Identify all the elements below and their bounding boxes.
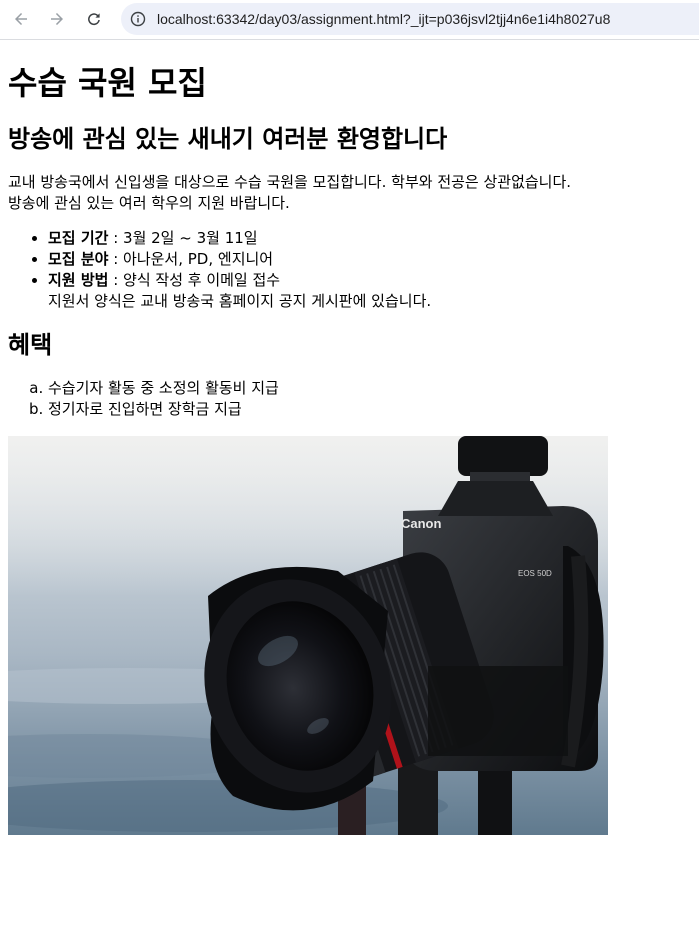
camera-model-text: EOS 50D: [518, 569, 552, 578]
intro-line-2: 방송에 관심 있는 여러 학우의 지원 바랍니다.: [8, 194, 290, 212]
detail-value: : 아나운서, PD, 엔지니어: [108, 250, 274, 268]
camera-brand-text: Canon: [401, 516, 442, 531]
url-text[interactable]: localhost:63342/day03/assignment.html?_i…: [157, 11, 610, 27]
detail-value: : 양식 작성 후 이메일 접수: [108, 271, 281, 289]
detail-item-field: 모집 분야 : 아나운서, PD, 엔지니어: [48, 249, 691, 270]
camera-photo: Canon EOS 50D: [8, 436, 608, 835]
detail-label: 지원 방법: [48, 271, 109, 289]
camera-illustration: Canon EOS 50D: [8, 436, 608, 835]
page-subtitle: 방송에 관심 있는 새내기 여러분 환영합니다: [8, 125, 448, 153]
detail-item-period: 모집 기간 : 3월 2일 ~ 3월 11일: [48, 228, 691, 249]
details-list: 모집 기간 : 3월 2일 ~ 3월 11일 모집 분야 : 아나운서, PD,…: [8, 228, 691, 312]
arrow-left-icon: [15, 13, 27, 25]
back-button[interactable]: [7, 5, 35, 33]
reload-button[interactable]: [80, 5, 108, 33]
page-content: 수습 국원 모집 방송에 관심 있는 새내기 여러분 환영합니다 교내 방송국에…: [0, 62, 699, 835]
detail-item-method: 지원 방법 : 양식 작성 후 이메일 접수지원서 양식은 교내 방송국 홈페이…: [48, 270, 691, 312]
benefit-item: 수습기자 활동 중 소정의 활동비 지급: [48, 378, 691, 399]
intro-line-1: 교내 방송국에서 신입생을 대상으로 수습 국원을 모집합니다. 학부와 전공은…: [8, 173, 572, 191]
page-title: 수습 국원 모집: [8, 64, 207, 102]
detail-value: : 3월 2일 ~ 3월 11일: [108, 229, 258, 247]
benefits-list: 수습기자 활동 중 소정의 활동비 지급 정기자로 진입하면 장학금 지급: [8, 378, 691, 420]
arrow-right-icon: [51, 13, 63, 25]
benefit-item: 정기자로 진입하면 장학금 지급: [48, 399, 691, 420]
detail-label: 모집 기간: [48, 229, 109, 247]
site-info-icon[interactable]: [130, 11, 146, 27]
detail-note: 지원서 양식은 교내 방송국 홈페이지 공지 게시판에 있습니다.: [48, 292, 432, 310]
benefits-heading: 혜택: [8, 331, 53, 359]
address-bar[interactable]: localhost:63342/day03/assignment.html?_i…: [121, 3, 699, 35]
forward-button[interactable]: [43, 5, 71, 33]
detail-label: 모집 분야: [48, 250, 109, 268]
browser-toolbar: localhost:63342/day03/assignment.html?_i…: [0, 0, 699, 40]
intro-paragraph: 교내 방송국에서 신입생을 대상으로 수습 국원을 모집합니다. 학부와 전공은…: [8, 172, 691, 214]
reload-icon: [88, 13, 100, 26]
